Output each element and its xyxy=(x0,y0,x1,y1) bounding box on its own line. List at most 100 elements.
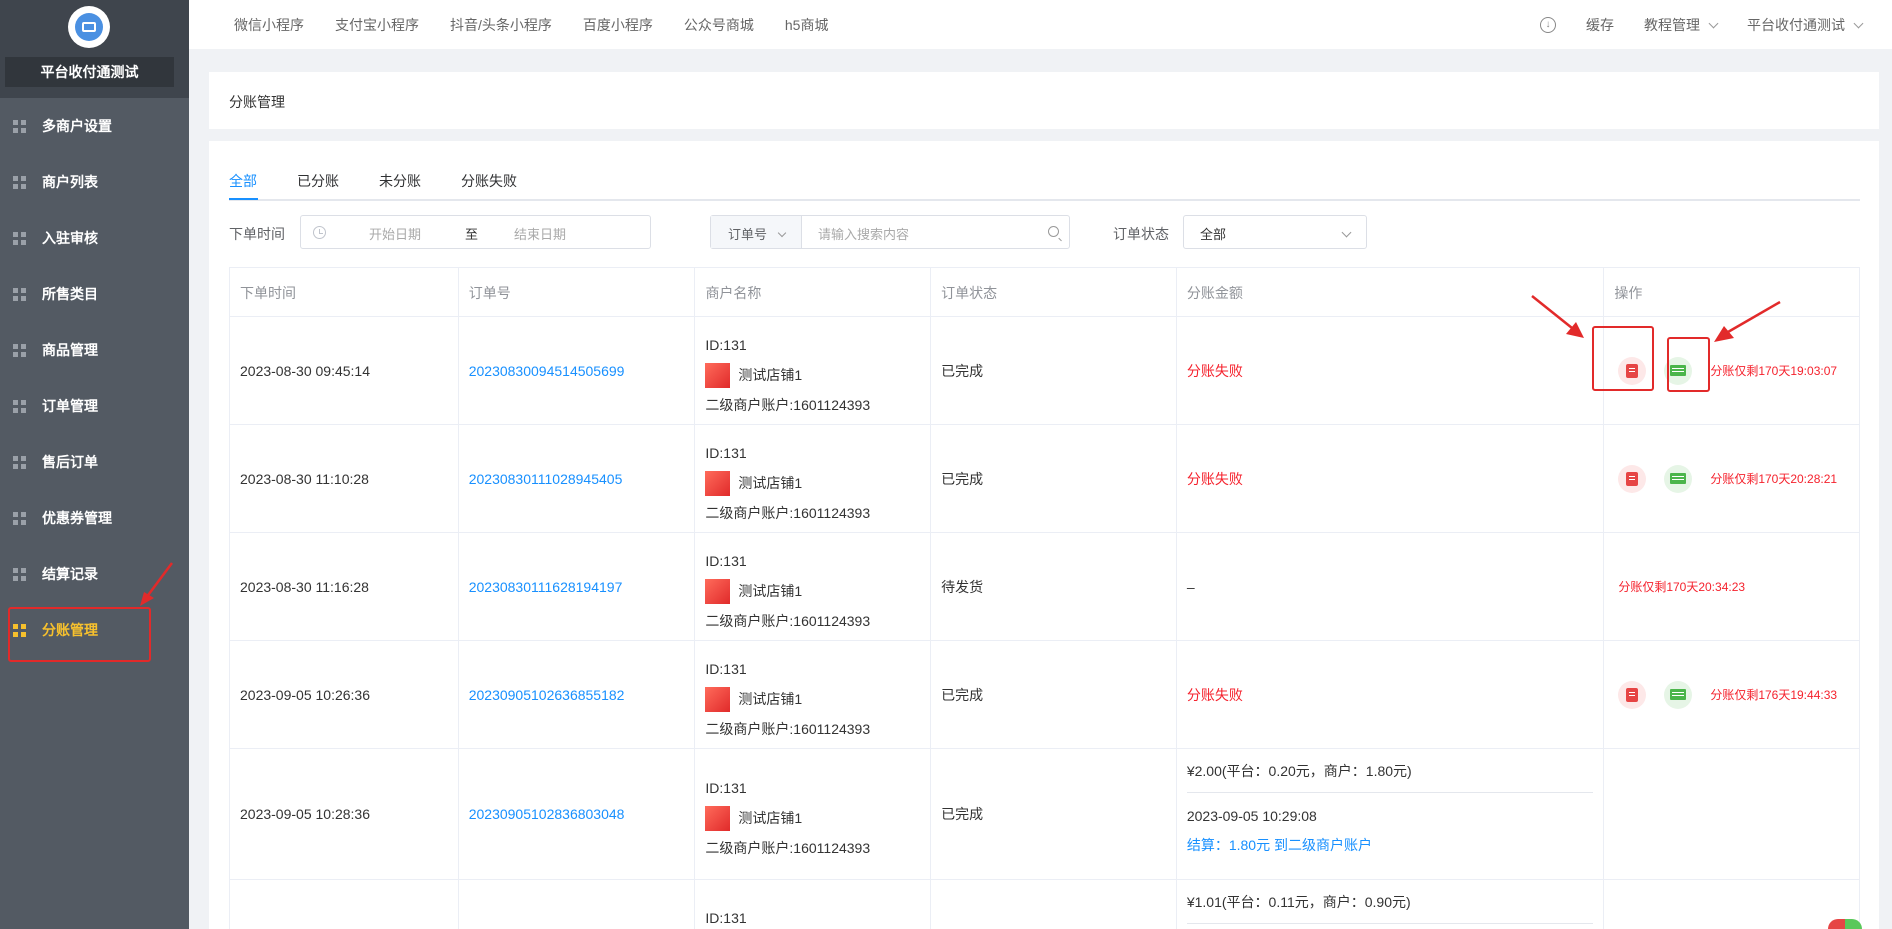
account-menu[interactable]: 平台收付通测试 xyxy=(1747,15,1864,35)
nav-wechat-miniapp[interactable]: 微信小程序 xyxy=(234,15,304,35)
sidebar-item-label: 分账管理 xyxy=(42,622,98,638)
sidebar-item-label: 入驻审核 xyxy=(42,230,98,246)
sidebar-item-products[interactable]: 商品管理 xyxy=(0,322,189,378)
nav-official-account-mall[interactable]: 公众号商城 xyxy=(684,15,754,35)
grid-icon xyxy=(13,399,26,413)
sidebar-header: 平台收付通测试 xyxy=(0,0,189,98)
search-type-select[interactable]: 订单号 xyxy=(711,216,802,248)
row-actions: 分账仅剩170天20:28:21 xyxy=(1604,425,1859,532)
start-date-input[interactable]: 开始日期 xyxy=(369,224,421,243)
order-status: 已完成 xyxy=(941,470,984,487)
tab-all[interactable]: 全部 xyxy=(229,171,257,191)
date-range-separator: 至 xyxy=(465,227,479,242)
amount-breakdown: ¥1.01(平台：0.11元，商户：0.90元) xyxy=(1186,894,1411,910)
nav-baidu-miniapp[interactable]: 百度小程序 xyxy=(583,15,653,35)
order-number-link[interactable]: 20230905102636855182 xyxy=(459,641,695,748)
profit-sharing-table: 下单时间 订单号 商户名称 订单状态 分账金额 操作 2023-08-30 09… xyxy=(229,267,1860,929)
order-status-select[interactable]: 全部 xyxy=(1183,215,1367,249)
column-header: 订单状态 xyxy=(931,268,1177,316)
column-header: 分账金额 xyxy=(1177,268,1605,316)
shop-name: 测试店铺1 xyxy=(738,583,803,599)
settle-info: 结算：1.80元 到二级商户账户 xyxy=(1186,837,1372,853)
share-countdown: 分账仅剩170天20:28:21 xyxy=(1710,472,1838,486)
order-number-link[interactable]: 20230830111028945405 xyxy=(459,425,695,532)
tab-shared[interactable]: 已分账 xyxy=(297,171,339,191)
table-row: 2023-09-05 10:28:36 20230905102836803048… xyxy=(230,749,1859,880)
chevron-down-icon xyxy=(777,228,787,238)
nav-alipay-miniapp[interactable]: 支付宝小程序 xyxy=(335,15,419,35)
account-label: 平台收付通测试 xyxy=(1747,16,1845,33)
sidebar-item-after-sales[interactable]: 售后订单 xyxy=(0,434,189,490)
tabs: 全部 已分账 未分账 分账失败 xyxy=(229,171,1859,191)
shop-thumbnail xyxy=(705,470,731,496)
end-date-input[interactable]: 结束日期 xyxy=(514,224,566,243)
shop-thumbnail xyxy=(705,805,731,831)
sidebar-item-categories[interactable]: 所售类目 xyxy=(0,266,189,322)
sub-merchant-account: 二级商户账户:1601124393 xyxy=(705,505,871,521)
grid-icon xyxy=(13,175,26,189)
tutorial-menu[interactable]: 教程管理 xyxy=(1644,15,1719,35)
row-actions: 分账仅剩170天19:03:07 xyxy=(1604,317,1859,424)
row-actions: 分账仅剩170天20:34:23 xyxy=(1604,533,1859,640)
top-nav: 微信小程序 支付宝小程序 抖音/头条小程序 百度小程序 公众号商城 h5商城 xyxy=(234,0,859,49)
grid-icon xyxy=(13,343,26,357)
tab-unshared[interactable]: 未分账 xyxy=(379,171,421,191)
chevron-down-icon xyxy=(1708,18,1719,28)
order-time: 2023-08-30 09:45:14 xyxy=(240,362,370,379)
sidebar-item-profit-sharing[interactable]: 分账管理 xyxy=(0,602,189,658)
grid-icon xyxy=(13,231,26,245)
cache-button[interactable]: 缓存 xyxy=(1586,15,1614,35)
tutorial-label: 教程管理 xyxy=(1644,16,1700,33)
table-row: ID:131 ¥1.01(平台：0.11元，商户：0.90元) xyxy=(230,880,1859,929)
shop-name: 平台收付通测试 xyxy=(5,57,174,87)
row-actions: 分账仅剩176天19:44:33 xyxy=(1604,641,1859,748)
order-time-label: 下单时间 xyxy=(229,226,285,242)
search-input[interactable]: 请输入搜索内容 xyxy=(818,224,909,243)
sidebar-item-coupons[interactable]: 优惠券管理 xyxy=(0,490,189,546)
brand-logo-icon xyxy=(1828,919,1862,929)
table-row: 2023-08-30 09:45:14 20230830094514505699… xyxy=(230,317,1859,425)
money-icon[interactable] xyxy=(1664,464,1693,493)
order-status: 已完成 xyxy=(941,686,984,703)
share-amount-status: 分账失败 xyxy=(1186,470,1243,487)
column-header: 操作 xyxy=(1614,285,1643,301)
merchant-id: ID:131 xyxy=(705,661,747,677)
sidebar-item-label: 商品管理 xyxy=(42,342,98,358)
tab-share-failed[interactable]: 分账失败 xyxy=(461,171,517,191)
shop-name: 测试店铺1 xyxy=(738,367,803,383)
sidebar-item-settlements[interactable]: 结算记录 xyxy=(0,546,189,602)
page-title: 分账管理 xyxy=(229,94,285,110)
sidebar-item-onboarding-review[interactable]: 入驻审核 xyxy=(0,210,189,266)
order-status-label: 订单状态 xyxy=(1113,226,1169,242)
nav-douyin-miniapp[interactable]: 抖音/头条小程序 xyxy=(450,15,552,35)
column-header: 下单时间 xyxy=(230,268,459,316)
table-row: 2023-08-30 11:16:28 20230830111628194197… xyxy=(230,533,1859,641)
money-icon[interactable] xyxy=(1664,680,1693,709)
money-icon[interactable] xyxy=(1664,356,1693,385)
table-header: 下单时间 订单号 商户名称 订单状态 分账金额 操作 xyxy=(230,268,1859,317)
grid-icon xyxy=(13,455,26,469)
invoice-icon[interactable] xyxy=(1618,680,1647,709)
merchant-cell: ID:131 测试店铺1 二级商户账户:1601124393 xyxy=(695,641,930,744)
shop-thumbnail xyxy=(705,686,731,712)
table-row: 2023-09-05 10:26:36 20230905102636855182… xyxy=(230,641,1859,749)
invoice-icon[interactable] xyxy=(1618,356,1647,385)
share-amount-status: – xyxy=(1186,578,1195,595)
download-icon[interactable]: ↓ xyxy=(1540,16,1556,33)
order-number-link[interactable]: 20230905102836803048 xyxy=(459,749,695,879)
merchant-cell: ID:131 测试店铺1 二级商户账户:1601124393 xyxy=(695,749,930,863)
invoice-icon[interactable] xyxy=(1618,464,1647,493)
order-number-link[interactable]: 20230830094514505699 xyxy=(459,317,695,424)
sidebar-item-multi-merchant-settings[interactable]: 多商户设置 xyxy=(0,98,189,154)
order-number-link[interactable]: 20230830111628194197 xyxy=(459,533,695,640)
sidebar-item-orders[interactable]: 订单管理 xyxy=(0,378,189,434)
merchant-id: ID:131 xyxy=(705,780,747,796)
shop-name: 测试店铺1 xyxy=(738,691,803,707)
clock-icon xyxy=(313,226,326,239)
date-range-picker[interactable]: 开始日期 至 结束日期 xyxy=(300,215,651,249)
sidebar-item-merchant-list[interactable]: 商户列表 xyxy=(0,154,189,210)
divider xyxy=(1186,792,1594,793)
sub-merchant-account: 二级商户账户:1601124393 xyxy=(705,613,871,629)
nav-h5-mall[interactable]: h5商城 xyxy=(785,15,829,35)
search-icon[interactable] xyxy=(1048,226,1059,237)
